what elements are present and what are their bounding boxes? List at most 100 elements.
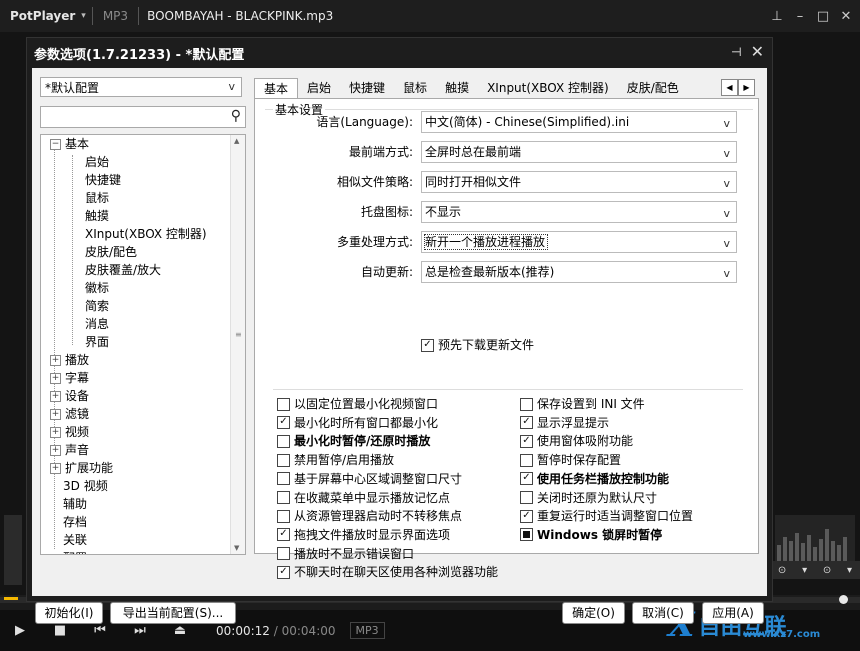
tree-item[interactable]: 鼠标 [85,189,109,207]
tree-item[interactable]: XInput(XBOX 控制器) [85,225,207,243]
expand-icon[interactable]: + [50,391,61,402]
tree-item[interactable]: 消息 [85,315,109,333]
profile-select[interactable]: *默认配置 v [40,77,242,97]
option-checkbox[interactable]: ✓ 显示浮显提示 [520,414,609,432]
setting-select[interactable]: 同时打开相似文件 v [421,171,737,193]
tab-item[interactable]: XInput(XBOX 控制器) [478,78,618,98]
apply-button[interactable]: 应用(A) [702,602,764,624]
dialog-titlebar[interactable]: 参数选项(1.7.21233) - *默认配置 ⊣ ✕ [27,38,772,68]
tree-item-label: 配置 [63,551,87,554]
expand-icon[interactable]: + [50,427,61,438]
ok-button[interactable]: 确定(O) [562,602,625,624]
tree-item[interactable]: 皮肤/配色 [85,243,137,261]
player-titlebar: PotPlayer ▾ MP3 BOOMBAYAH - BLACKPINK.mp… [0,0,860,32]
option-checkbox[interactable]: ✓ 重复运行时适当调整窗口位置 [520,507,693,525]
tab-item[interactable]: 皮肤/配色 [618,78,688,98]
mini-control-icon[interactable]: ▾ [847,565,852,576]
option-checkbox[interactable]: ✓ 最小化时所有窗口都最小化 [277,414,438,432]
option-checkbox[interactable]: 播放时不显示错误窗口 [277,545,414,563]
tree-scrollbar[interactable]: ▲ ≡ ▼ [230,135,245,554]
tree-item[interactable]: + 字幕 [50,369,89,387]
option-checkbox[interactable]: 在收藏菜单中显示播放记忆点 [277,489,450,507]
expand-icon[interactable]: + [50,355,61,366]
tree-item[interactable]: 关联 [63,531,87,549]
setting-select[interactable]: 不显示 v [421,201,737,223]
tree-item[interactable]: 简索 [85,297,109,315]
option-checkbox[interactable]: 保存设置到 INI 文件 [520,395,645,413]
setting-select[interactable]: 全屏时总在最前端 v [421,141,737,163]
tree-item[interactable]: + 视频 [50,423,89,441]
tree-item[interactable]: + 设备 [50,387,89,405]
tree-item[interactable]: 皮肤覆盖/放大 [85,261,161,279]
tree-item[interactable]: + 滤镜 [50,405,89,423]
tree-item-label: 3D 视频 [63,479,108,493]
close-icon[interactable]: ✕ [751,42,764,61]
option-checkbox[interactable]: ✓ 拖拽文件播放时显示界面选项 [277,526,450,544]
mini-control-icon[interactable]: ⊙ [823,565,831,576]
expand-icon[interactable]: + [50,409,61,420]
option-checkbox[interactable]: ✓ 不聊天时在聊天区使用各种浏览器功能 [277,563,498,581]
tree-item[interactable]: 界面 [85,333,109,351]
option-label: 在收藏菜单中显示播放记忆点 [294,490,451,505]
export-config-button[interactable]: 导出当前配置(S)... [110,602,236,624]
option-checkbox[interactable]: 禁用暂停/启用播放 [277,451,394,469]
player-menu-button[interactable]: PotPlayer ▾ [0,0,92,32]
tree-item-label: 关联 [63,533,88,547]
search-icon[interactable]: ⚲ [231,108,241,124]
setting-select[interactable]: 总是检查最新版本(推荐) v [421,261,737,283]
tab-item[interactable]: 启始 [298,78,340,98]
tree-item[interactable]: 配置 [63,549,87,554]
tree-item[interactable]: 快捷键 [85,171,121,189]
chevron-down-icon: ▾ [81,11,86,21]
predownload-checkbox[interactable]: ✓ 预先下载更新文件 [421,336,534,354]
tree-search-input[interactable]: ⚲ [40,106,246,128]
reset-button[interactable]: 初始化(I) [35,602,103,624]
tab-item[interactable]: 快捷键 [340,78,394,98]
setting-select[interactable]: 新开一个播放进程播放 v [421,231,737,253]
tree-item[interactable]: 徽标 [85,279,109,297]
option-checkbox[interactable]: ✓ 使用窗体吸附功能 [520,432,633,450]
expand-icon[interactable]: + [50,445,61,456]
checkbox-box [277,509,290,523]
chevron-down-icon: v [723,117,730,130]
volume-knob[interactable] [839,595,848,604]
option-checkbox[interactable]: Windows 锁屏时暂停 [520,526,662,544]
mini-control-icon[interactable]: ▾ [802,565,807,576]
scroll-grip-icon[interactable]: ≡ [235,330,242,339]
tab-item[interactable]: 基本 [254,78,299,99]
tab-scroll-left-icon[interactable]: ◀ [721,79,738,96]
expand-icon[interactable]: + [50,463,61,474]
scroll-down-icon[interactable]: ▼ [234,544,239,552]
option-checkbox[interactable]: 最小化时暂停/还原时播放 [277,432,430,450]
watermark-url: www.xz7.com [743,629,821,640]
tab-item[interactable]: 鼠标 [394,78,436,98]
tree-item[interactable]: + 扩展功能 [50,459,113,477]
option-label: 播放时不显示错误窗口 [294,546,415,561]
tree-item[interactable]: + 声音 [50,441,89,459]
tree-item[interactable]: + 播放 [50,351,89,369]
tab-scroll-right-icon[interactable]: ▶ [738,79,755,96]
collapse-icon[interactable]: − [50,139,61,150]
option-checkbox[interactable]: 关闭时还原为默认尺寸 [520,489,657,507]
tree-item[interactable]: 存档 [63,513,87,531]
tree-item[interactable]: − 基本 [50,135,89,153]
pin-icon[interactable]: ⊣ [731,45,742,59]
setting-select[interactable]: 中文(简体) - Chinese(Simplified).ini v [421,111,737,133]
cancel-button[interactable]: 取消(C) [632,602,694,624]
tab-item[interactable]: 触摸 [436,78,478,98]
scroll-up-icon[interactable]: ▲ [234,137,239,145]
expand-icon[interactable]: + [50,373,61,384]
play-icon[interactable]: ▶ [0,610,40,651]
tree-item[interactable]: 触摸 [85,207,109,225]
option-checkbox[interactable]: ✓ 使用任务栏播放控制功能 [520,470,669,488]
option-checkbox[interactable]: 从资源管理器启动时不转移焦点 [277,507,462,525]
mini-control-icon[interactable]: ⊙ [778,565,786,576]
tree-item-label: 鼠标 [85,191,110,205]
option-checkbox[interactable]: 暂停时保存配置 [520,451,621,469]
option-checkbox[interactable]: 以固定位置最小化视频窗口 [277,395,438,413]
tree-item[interactable]: 启始 [85,153,109,171]
tree-item[interactable]: 3D 视频 [63,477,108,495]
option-checkbox[interactable]: 基于屏幕中心区域调整窗口尺寸 [277,470,462,488]
tree-item[interactable]: 辅助 [63,495,87,513]
close-icon[interactable]: ✕ [833,0,859,32]
